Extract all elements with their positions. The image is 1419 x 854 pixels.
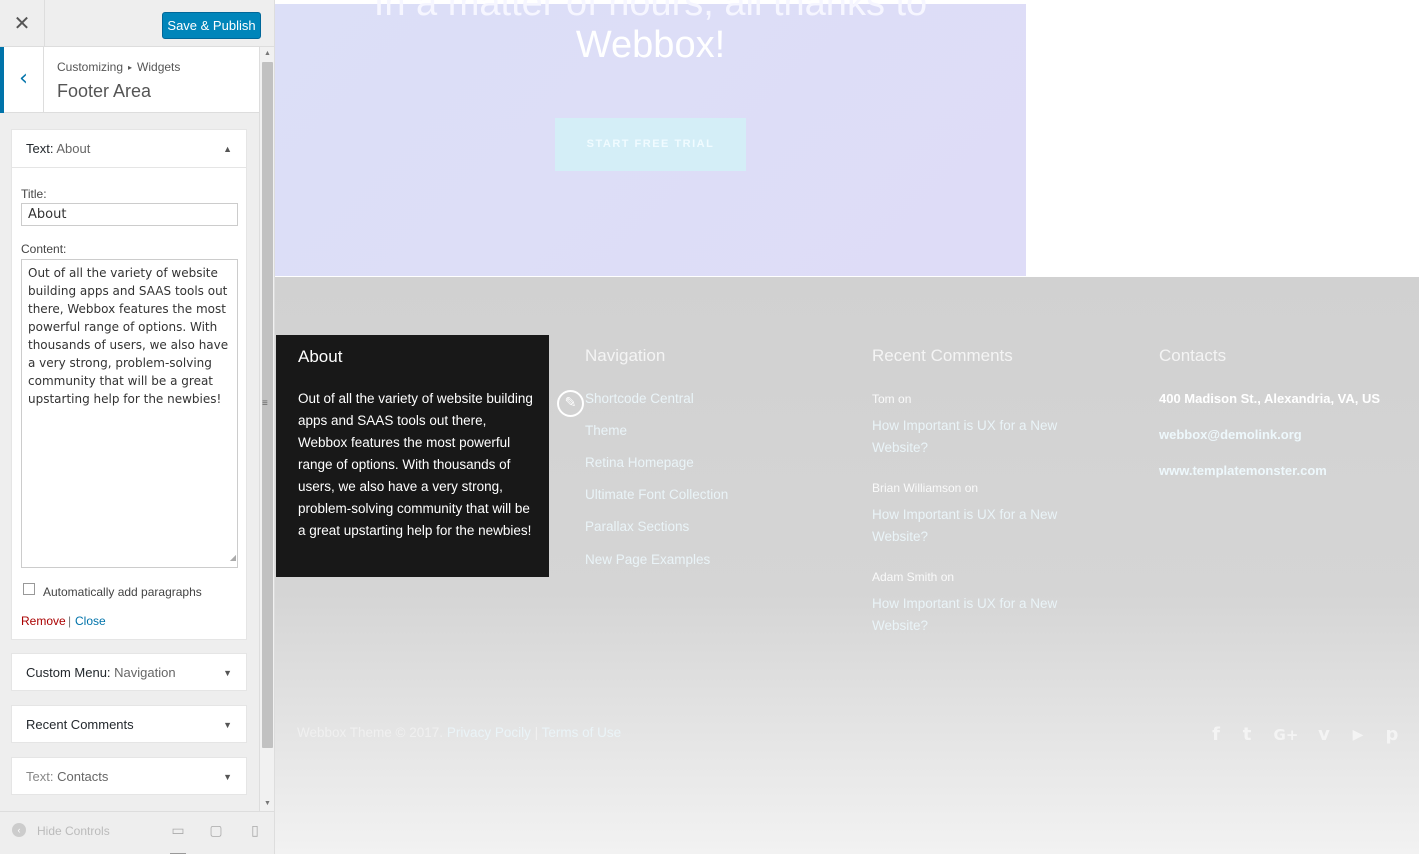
comment-on-word: on xyxy=(898,392,912,406)
widget-name: About xyxy=(56,141,91,156)
copyright-separator: | xyxy=(534,725,539,740)
widget-comments-header[interactable]: Recent Comments ▼ xyxy=(12,706,246,744)
auto-paragraphs-checkbox[interactable] xyxy=(23,583,35,595)
copyright: Webbox Theme © 2017. Privacy Pocily | Te… xyxy=(297,725,621,740)
back-button[interactable]: ‹ xyxy=(0,47,44,113)
nav-link[interactable]: Parallax Sections xyxy=(585,519,689,534)
comment-author: Brian Williamson on xyxy=(872,481,978,495)
save-publish-button[interactable]: Save & Publish xyxy=(162,12,261,39)
comment-author-name[interactable]: Adam Smith xyxy=(872,570,937,584)
hero-section: In a matter of hours, all thanks to Webb… xyxy=(275,0,1026,276)
terms-of-use-link[interactable]: Terms of Use xyxy=(542,725,622,740)
nav-link[interactable]: Ultimate Font Collection xyxy=(585,487,728,502)
pane-resize-icon[interactable]: ≡ xyxy=(262,398,268,409)
navigation-heading: Navigation xyxy=(585,346,666,365)
site-preview: In a matter of hours, all thanks to Webb… xyxy=(275,0,1419,854)
customizer-sidebar: ✕ Save & Publish ‹ Customizing ▸ Widgets F… xyxy=(0,0,275,854)
pinterest-icon[interactable]: p xyxy=(1380,723,1404,747)
close-icon: ✕ xyxy=(13,11,31,35)
about-title: About xyxy=(298,347,343,366)
close-customizer-button[interactable]: ✕ xyxy=(0,0,45,46)
vimeo-icon[interactable]: v xyxy=(1312,723,1336,747)
contact-website-link[interactable]: www.templatemonster.com xyxy=(1159,463,1327,478)
nav-link[interactable]: New Page Examples xyxy=(585,552,710,567)
widget-recent-comments[interactable]: Recent Comments ▼ xyxy=(11,705,247,743)
comment-on-word: on xyxy=(940,570,955,584)
twitter-icon[interactable]: t xyxy=(1235,723,1259,747)
breadcrumb-current: Widgets xyxy=(137,60,181,74)
expand-caret-icon[interactable]: ▼ xyxy=(223,758,232,796)
hide-controls-button[interactable]: Hide Controls xyxy=(37,824,110,838)
close-widget-link[interactable]: Close xyxy=(75,614,106,628)
widget-type: Text: xyxy=(26,769,54,784)
comment-author: Tom on xyxy=(872,392,911,406)
auto-paragraphs-label: Automatically add paragraphs xyxy=(43,585,202,599)
about-widget: About Out of all the variety of website … xyxy=(276,335,549,577)
content-text: Out of all the variety of website buildi… xyxy=(28,266,229,406)
nav-link[interactable]: Theme xyxy=(585,423,627,438)
recent-comments-heading: Recent Comments xyxy=(872,346,1013,365)
link-separator: | xyxy=(68,614,72,628)
scroll-up-icon[interactable]: ▲ xyxy=(260,47,274,61)
widget-text-about: Text: About ▲ Title: About Content: Out … xyxy=(11,129,247,640)
comment-author-name[interactable]: Brian Williamson xyxy=(872,481,961,495)
customizer-header: ✕ Save & Publish xyxy=(0,0,274,47)
comment-post-link[interactable]: How Important is UX for a New Website? xyxy=(872,593,1112,637)
widget-contacts-header[interactable]: Text: Contacts ▼ xyxy=(12,758,246,796)
contact-address: 400 Madison St., Alexandria, VA, US xyxy=(1159,391,1381,406)
widget-type: Text: xyxy=(26,141,54,156)
pencil-icon: ✎ xyxy=(564,395,577,411)
desktop-icon[interactable]: ▭ xyxy=(170,822,186,854)
widget-text-contacts[interactable]: Text: Contacts ▼ xyxy=(11,757,247,795)
nav-link[interactable]: Shortcode Central xyxy=(585,391,694,406)
content-textarea[interactable]: Out of all the variety of website buildi… xyxy=(21,259,238,568)
widget-type: Custom Menu: xyxy=(26,665,111,680)
hero-heading-line1: In a matter of hours, all thanks to xyxy=(373,0,928,24)
facebook-icon[interactable]: f xyxy=(1204,723,1228,747)
breadcrumb-arrow-icon: ▸ xyxy=(128,63,133,72)
nav-link[interactable]: Retina Homepage xyxy=(585,455,694,470)
expand-caret-icon[interactable]: ▼ xyxy=(223,654,232,692)
widget-about-header[interactable]: Text: About ▲ xyxy=(12,130,246,168)
comment-on-word: on xyxy=(964,481,979,495)
expand-caret-icon[interactable]: ▼ xyxy=(223,706,232,744)
comment-post-link[interactable]: How Important is UX for a New Website? xyxy=(872,415,1112,459)
comment-post-link[interactable]: How Important is UX for a New Website? xyxy=(872,504,1112,548)
comment-author-name[interactable]: Tom xyxy=(872,392,895,406)
start-free-trial-button[interactable]: START FREE TRIAL xyxy=(555,118,746,171)
widget-type: Recent Comments xyxy=(26,717,134,732)
about-text: Out of all the variety of website buildi… xyxy=(298,391,533,538)
privacy-policy-link[interactable]: Privacy Pocily xyxy=(447,725,531,740)
title-label: Title: xyxy=(21,187,47,201)
widget-name: Navigation xyxy=(114,665,176,680)
widget-name: Contacts xyxy=(57,769,109,784)
customizer-footer: ‹ Hide Controls ▭ ▢ ▯ xyxy=(0,811,274,854)
youtube-icon[interactable]: ▶ xyxy=(1346,723,1370,747)
resize-handle-icon[interactable]: ◢ xyxy=(230,549,236,567)
collapse-caret-icon[interactable]: ▲ xyxy=(223,130,232,168)
sidebar-scrollbar[interactable]: ▲ ▼ xyxy=(259,47,274,811)
breadcrumb: Customizing ▸ Widgets xyxy=(57,60,180,74)
section-header: ‹ Customizing ▸ Widgets Footer Area xyxy=(0,47,260,113)
section-title: Footer Area xyxy=(57,81,152,101)
widget-custom-menu[interactable]: Custom Menu: Navigation ▼ xyxy=(11,653,247,691)
mobile-icon[interactable]: ▯ xyxy=(247,822,263,838)
title-input[interactable]: About xyxy=(21,203,238,226)
collapse-sidebar-icon[interactable]: ‹ xyxy=(12,823,26,837)
contacts-heading: Contacts xyxy=(1159,346,1227,365)
comment-author: Adam Smith on xyxy=(872,570,954,584)
copyright-text: Webbox Theme © 2017. xyxy=(297,725,444,740)
site-footer: About Out of all the variety of website … xyxy=(275,277,1419,854)
widget-menu-header[interactable]: Custom Menu: Navigation ▼ xyxy=(12,654,246,692)
breadcrumb-root: Customizing xyxy=(57,60,124,74)
hero-heading-line2: Webbox! xyxy=(575,24,726,66)
remove-widget-link[interactable]: Remove xyxy=(21,614,66,628)
contact-email-link[interactable]: webbox@demolink.org xyxy=(1159,427,1302,442)
scroll-down-icon[interactable]: ▼ xyxy=(260,797,274,811)
tablet-icon[interactable]: ▢ xyxy=(208,822,224,838)
edit-shortcut-button[interactable]: ✎ xyxy=(557,390,584,417)
google-plus-icon[interactable]: G+ xyxy=(1270,723,1302,747)
back-arrow-icon: ‹ xyxy=(19,66,28,91)
content-label: Content: xyxy=(21,242,67,256)
